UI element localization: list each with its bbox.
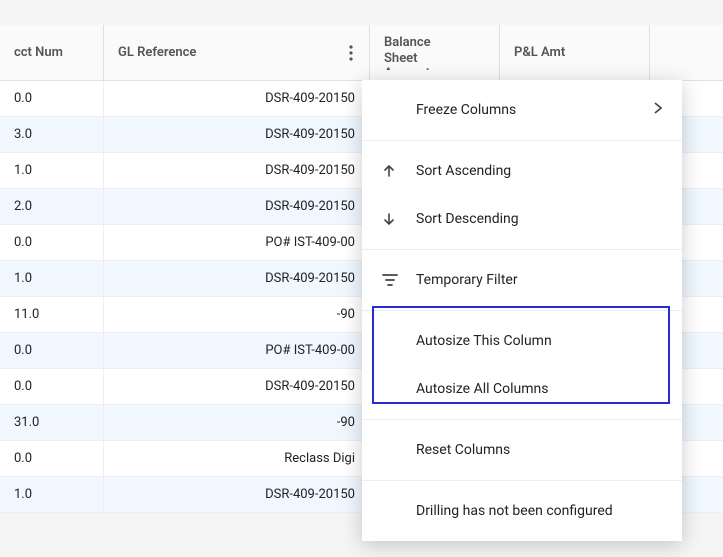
cell-gl-reference[interactable]: -90 (104, 297, 370, 332)
cell-value: 1.0 (14, 487, 32, 502)
menu-item-autosize-all-columns[interactable]: Autosize All Columns (362, 365, 682, 413)
menu-label: Autosize This Column (416, 333, 662, 349)
cell-value: 0.0 (14, 91, 32, 106)
arrow-down-icon (382, 212, 416, 226)
filter-icon (382, 274, 416, 286)
menu-separator (362, 310, 682, 311)
menu-separator (362, 140, 682, 141)
cell-gl-reference[interactable]: DSR-409-20150 (104, 153, 370, 188)
menu-label: Autosize All Columns (416, 381, 662, 397)
cell-value: DSR-409-20150 (265, 271, 355, 286)
cell-value: 0.0 (14, 235, 32, 250)
cell-gl-reference[interactable]: Reclass Digi (104, 441, 370, 476)
cell-value: 1.0 (14, 163, 32, 178)
cell-value: 31.0 (14, 415, 39, 430)
cell-gl-reference[interactable]: PO# IST-409-00 (104, 225, 370, 260)
column-header-acct-num[interactable]: cct Num (0, 25, 104, 80)
menu-item-reset-columns[interactable]: Reset Columns (362, 426, 682, 474)
header-label-line3: Amount (384, 66, 430, 70)
cell-acct-num[interactable]: 0.0 (0, 81, 104, 116)
cell-value: DSR-409-20150 (265, 91, 355, 106)
cell-value: DSR-409-20150 (265, 379, 355, 394)
cell-value: DSR-409-20150 (265, 127, 355, 142)
cell-gl-reference[interactable]: -90 (104, 405, 370, 440)
menu-item-temporary-filter[interactable]: Temporary Filter (362, 256, 682, 304)
cell-value: -90 (337, 415, 355, 430)
cell-value: 1.0 (14, 271, 32, 286)
kebab-menu-icon[interactable] (339, 41, 363, 65)
menu-separator (362, 480, 682, 481)
cell-value: 0.0 (14, 451, 32, 466)
header-label: GL Reference (118, 45, 196, 60)
cell-value: DSR-409-20150 (265, 199, 355, 214)
menu-label: Temporary Filter (416, 272, 662, 288)
cell-value: 0.0 (14, 343, 32, 358)
cell-value: 11.0 (14, 307, 39, 322)
cell-acct-num[interactable]: 0.0 (0, 225, 104, 260)
menu-item-sort-ascending[interactable]: Sort Ascending (362, 147, 682, 195)
menu-label: Freeze Columns (416, 102, 654, 118)
column-header-balance-sheet-amount[interactable]: Balance Sheet Amount (370, 25, 500, 80)
cell-acct-num[interactable]: 0.0 (0, 441, 104, 476)
cell-acct-num[interactable]: 1.0 (0, 477, 104, 512)
cell-acct-num[interactable]: 0.0 (0, 369, 104, 404)
cell-value: -90 (337, 307, 355, 322)
cell-gl-reference[interactable]: DSR-409-20150 (104, 81, 370, 116)
cell-value: 2.0 (14, 199, 32, 214)
cell-value: PO# IST-409-00 (265, 343, 355, 358)
cell-acct-num[interactable]: 31.0 (0, 405, 104, 440)
cell-acct-num[interactable]: 2.0 (0, 189, 104, 224)
menu-item-autosize-this-column[interactable]: Autosize This Column (362, 317, 682, 365)
column-header-gl-reference[interactable]: GL Reference (104, 25, 370, 80)
arrow-up-icon (382, 164, 416, 178)
header-label-line2: Sheet (384, 51, 418, 67)
cell-value: PO# IST-409-00 (265, 235, 355, 250)
cell-value: DSR-409-20150 (265, 163, 355, 178)
header-label-line1: Balance (384, 35, 431, 51)
header-label: cct Num (14, 45, 63, 60)
menu-label: Reset Columns (416, 442, 662, 458)
cell-gl-reference[interactable]: DSR-409-20150 (104, 261, 370, 296)
cell-acct-num[interactable]: 11.0 (0, 297, 104, 332)
menu-item-freeze-columns[interactable]: Freeze Columns (362, 86, 682, 134)
cell-gl-reference[interactable]: DSR-409-20150 (104, 189, 370, 224)
cell-gl-reference[interactable]: DSR-409-20150 (104, 369, 370, 404)
header-row: cct Num GL Reference Balance Sheet Amoun… (0, 25, 723, 81)
cell-value: DSR-409-20150 (265, 487, 355, 502)
menu-separator (362, 249, 682, 250)
cell-value: 0.0 (14, 379, 32, 394)
cell-acct-num[interactable]: 0.0 (0, 333, 104, 368)
cell-acct-num[interactable]: 3.0 (0, 117, 104, 152)
cell-value: Reclass Digi (284, 451, 355, 466)
cell-gl-reference[interactable]: DSR-409-20150 (104, 477, 370, 512)
menu-label: Sort Ascending (416, 163, 662, 179)
submenu-caret-icon (654, 102, 662, 118)
cell-gl-reference[interactable]: DSR-409-20150 (104, 117, 370, 152)
cell-acct-num[interactable]: 1.0 (0, 261, 104, 296)
cell-acct-num[interactable]: 1.0 (0, 153, 104, 188)
menu-label: Sort Descending (416, 211, 662, 227)
menu-item-drilling-message: Drilling has not been configured (362, 487, 682, 535)
menu-separator (362, 419, 682, 420)
menu-label: Drilling has not been configured (416, 503, 662, 519)
menu-item-sort-descending[interactable]: Sort Descending (362, 195, 682, 243)
column-context-menu: Freeze Columns Sort Ascending Sort Desce… (362, 80, 682, 541)
cell-value: 3.0 (14, 127, 32, 142)
cell-gl-reference[interactable]: PO# IST-409-00 (104, 333, 370, 368)
header-label: P&L Amt (514, 45, 565, 60)
column-header-pl-amt[interactable]: P&L Amt (500, 25, 650, 80)
